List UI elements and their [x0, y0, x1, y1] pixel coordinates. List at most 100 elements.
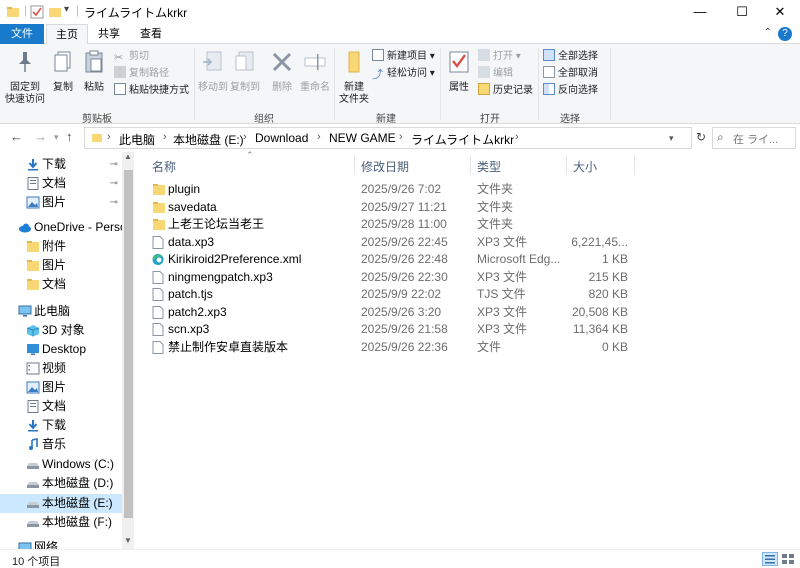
column-header-type[interactable]: 类型 — [477, 158, 501, 175]
sidebar-item[interactable]: 图片 — [0, 256, 122, 275]
copy-path-button[interactable]: 复制路径 — [114, 66, 169, 82]
tab-home[interactable]: 主页 — [46, 24, 88, 45]
breadcrumb-separator-icon[interactable]: › — [107, 131, 111, 143]
sidebar-item[interactable]: 图片 ⊸ — [0, 193, 122, 212]
tab-file[interactable]: 文件 — [0, 24, 44, 44]
sidebar-item-label: 文档 — [42, 277, 67, 291]
new-folder-button[interactable]: 新建 文件夹 — [338, 48, 370, 106]
scroll-down-icon[interactable]: ▼ — [124, 536, 132, 545]
sidebar-item[interactable]: 本地磁盘 (E:) — [0, 494, 122, 513]
file-row[interactable]: patch.tjs 2025/9/9 22:02 TJS 文件 820 KB — [148, 286, 634, 303]
sidebar-item[interactable]: 音乐 — [0, 435, 122, 454]
sidebar-item[interactable]: 本地磁盘 (F:) — [0, 513, 122, 532]
file-row[interactable]: patch2.xp3 2025/9/26 3:20 XP3 文件 20,508 KB — [148, 304, 634, 321]
copy-label: 复制 — [53, 82, 73, 93]
properties-button[interactable]: 属性 — [444, 48, 474, 94]
new-item-button[interactable]: 新建项目 ▾ — [372, 49, 435, 65]
address-bar[interactable]: › 此电脑 › 本地磁盘 (E:) › Download › NEW GAME … — [84, 127, 692, 149]
breadcrumb-new-game[interactable]: NEW GAME — [329, 131, 396, 145]
breadcrumb-separator-icon[interactable]: › — [399, 131, 403, 143]
file-row[interactable]: data.xp3 2025/9/26 22:45 XP3 文件 6,221,45... — [148, 234, 634, 251]
close-button[interactable]: ✕ — [760, 0, 800, 24]
sidebar-item[interactable]: 此电脑 — [0, 302, 122, 321]
column-divider[interactable] — [354, 156, 355, 174]
sidebar-item[interactable]: 3D 对象 — [0, 321, 122, 340]
delete-button[interactable]: 删除 — [268, 48, 296, 94]
maximize-button[interactable]: ☐ — [722, 0, 762, 24]
breadcrumb-current-folder[interactable]: ライムライトムkrkr — [411, 131, 514, 148]
copy-to-button[interactable]: 复制到 — [230, 48, 260, 94]
breadcrumb-this-pc[interactable]: 此电脑 — [119, 131, 155, 148]
forward-arrow-icon[interactable]: → — [34, 129, 47, 144]
search-box[interactable]: ⌕ 在 ライ... — [712, 127, 796, 149]
column-header-size[interactable]: 大小 — [573, 158, 597, 175]
address-dropdown-icon[interactable]: ▾ — [669, 133, 674, 144]
cut-button[interactable]: ✂ 剪切 — [114, 49, 149, 65]
sidebar-item[interactable]: Windows (C:) — [0, 455, 122, 474]
tab-share[interactable]: 共享 — [88, 24, 130, 44]
paste-button[interactable]: 粘贴 — [80, 48, 108, 94]
sidebar-item[interactable]: 文档 — [0, 275, 122, 294]
sidebar-item[interactable]: 文档 — [0, 397, 122, 416]
move-to-button[interactable]: 移动到 — [198, 48, 228, 94]
file-row[interactable]: savedata 2025/9/27 11:21 文件夹 — [148, 199, 634, 216]
column-divider[interactable] — [566, 156, 567, 174]
file-row[interactable]: plugin 2025/9/26 7:02 文件夹 — [148, 181, 634, 198]
scroll-up-icon[interactable]: ▲ — [124, 152, 132, 161]
rename-button[interactable]: 重命名 — [298, 48, 332, 94]
select-none-button[interactable]: 全部取消 — [543, 66, 598, 82]
new-folder-quick-icon[interactable] — [48, 5, 62, 19]
file-row[interactable]: 上老王论坛当老王 2025/9/28 11:00 文件夹 — [148, 216, 634, 233]
edit-button[interactable]: 编辑 — [478, 66, 513, 82]
sidebar-item[interactable]: 文档 ⊸ — [0, 174, 122, 193]
file-row[interactable]: scn.xp3 2025/9/26 21:58 XP3 文件 11,364 KB — [148, 321, 634, 338]
properties-check-icon[interactable] — [30, 5, 44, 19]
breadcrumb-separator-icon[interactable]: › — [163, 131, 167, 143]
paste-shortcut-button[interactable]: 粘贴快捷方式 — [114, 83, 189, 99]
tab-view[interactable]: 查看 — [130, 24, 172, 44]
column-header-name[interactable]: 名称 — [152, 158, 176, 175]
minimize-button[interactable]: — — [680, 0, 720, 24]
column-divider[interactable] — [634, 156, 635, 174]
sidebar-item[interactable]: 本地磁盘 (D:) — [0, 474, 122, 493]
refresh-icon[interactable]: ↻ — [696, 130, 706, 144]
sidebar-item[interactable]: 下载 — [0, 416, 122, 435]
sidebar-item[interactable]: OneDrive - Personal — [0, 218, 122, 237]
help-icon[interactable]: ? — [778, 27, 792, 41]
open-button[interactable]: 打开 ▾ — [478, 49, 521, 65]
quick-access-dropdown-icon[interactable]: ▾ — [64, 4, 69, 15]
sidebar-item[interactable]: 下载 ⊸ — [0, 155, 122, 174]
breadcrumb-drive-e[interactable]: 本地磁盘 (E:) — [173, 131, 244, 148]
details-view-icon[interactable] — [762, 552, 778, 566]
history-button[interactable]: 历史记录 — [478, 83, 533, 99]
recent-locations-dropdown-icon[interactable]: ▾ — [54, 132, 59, 143]
sidebar-scrollbar-thumb[interactable] — [124, 170, 133, 518]
pin-quick-access-button[interactable]: 固定到 快速访问 — [4, 48, 46, 106]
sidebar-item[interactable]: 网络 — [0, 538, 122, 549]
column-header-date[interactable]: 修改日期 — [361, 158, 409, 175]
breadcrumb-separator-icon[interactable]: › — [515, 131, 519, 143]
file-row[interactable]: 禁止制作安卓直装版本 2025/9/26 22:36 文件 0 KB — [148, 339, 634, 356]
file-row[interactable]: ningmengpatch.xp3 2025/9/26 22:30 XP3 文件 21… — [148, 269, 634, 286]
breadcrumb-download[interactable]: Download — [255, 131, 308, 145]
ribbon-collapse-icon[interactable]: ⌃ — [764, 27, 772, 38]
breadcrumb-separator-icon[interactable]: › — [243, 131, 247, 143]
breadcrumb-separator-icon[interactable]: › — [317, 131, 321, 143]
sidebar-item[interactable]: 视频 — [0, 359, 122, 378]
sidebar-item[interactable]: Desktop — [0, 340, 122, 359]
video-icon — [26, 362, 40, 375]
scissors-icon: ✂ — [114, 52, 124, 64]
column-divider[interactable] — [470, 156, 471, 174]
large-icons-view-icon[interactable] — [780, 552, 796, 566]
select-all-button[interactable]: 全部选择 — [543, 49, 598, 65]
sidebar-item[interactable]: 图片 — [0, 378, 122, 397]
dropdown-icon: ▾ — [427, 51, 435, 62]
back-arrow-icon[interactable]: ← — [10, 129, 23, 144]
up-arrow-icon[interactable]: ↑ — [66, 129, 73, 144]
invert-selection-button[interactable]: 反向选择 — [543, 83, 598, 99]
file-row[interactable]: Kirikiroid2Preference.xml 2025/9/26 22:48… — [148, 251, 634, 268]
ribbon-home: 固定到 快速访问 复制 粘贴 ✂ 剪切 复制路径 粘贴快捷方式 剪贴板 移动到 复… — [0, 44, 800, 125]
copy-button[interactable]: 复制 — [50, 48, 76, 94]
sidebar-item[interactable]: 附件 — [0, 237, 122, 256]
easy-access-button[interactable]: ⤴ 轻松访问 ▾ — [372, 66, 435, 82]
